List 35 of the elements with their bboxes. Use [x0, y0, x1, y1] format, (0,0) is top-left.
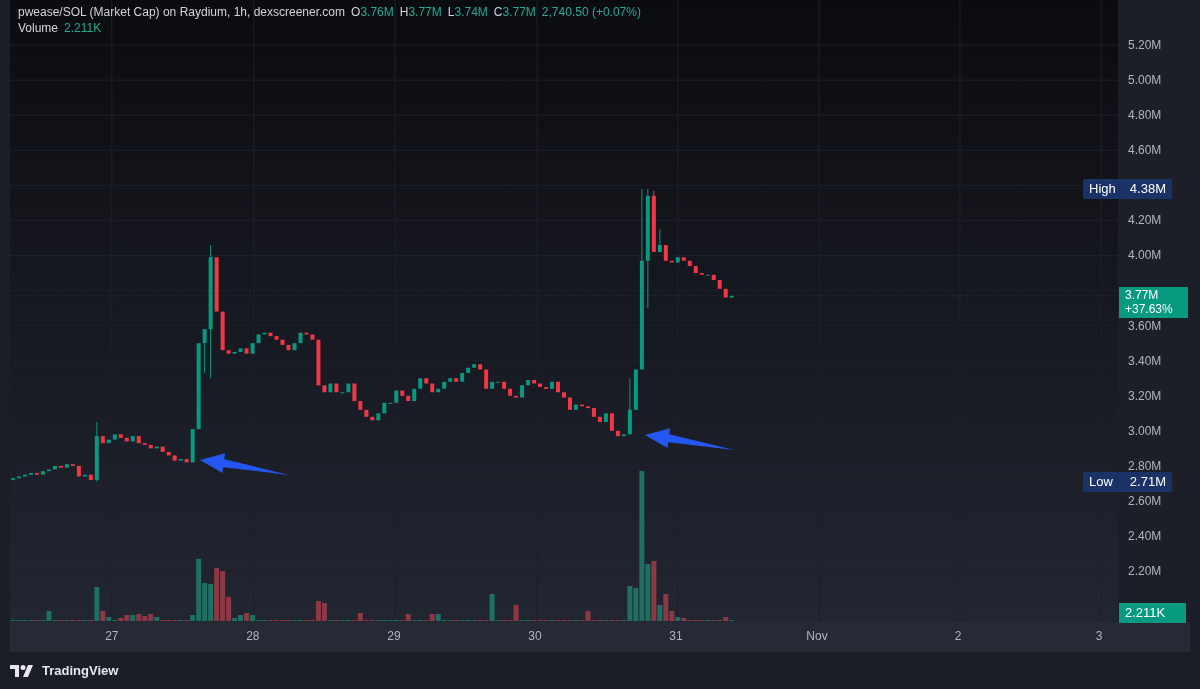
- axis-label: 3.00M: [1128, 424, 1162, 437]
- axis-label: 3.40M: [1128, 354, 1162, 367]
- last-price-label: 3.77M +37.63%: [1119, 286, 1188, 318]
- volume-value: 2.211K: [64, 20, 102, 36]
- axis-label: 27: [105, 629, 119, 643]
- ohlc-value: C3.77M: [493, 4, 536, 20]
- high-price-label: High 4.38M: [1083, 178, 1172, 199]
- axis-label: 2.60M: [1128, 495, 1162, 507]
- axis-label: 28: [246, 629, 260, 643]
- axis-label: Nov: [806, 629, 828, 643]
- volume-label: Volume: [18, 20, 59, 36]
- axis-label: 3: [1095, 629, 1103, 643]
- axis-label: 2.40M: [1128, 530, 1162, 543]
- axis-label: 31: [669, 629, 683, 643]
- axis-label: 5.00M: [1128, 74, 1162, 87]
- axis-label: 30: [528, 629, 542, 643]
- volume-price-label: 2.211K: [1119, 603, 1186, 623]
- axis-label: 4.00M: [1128, 249, 1162, 262]
- brand-name: TradingView: [42, 661, 119, 680]
- ohlc-value: H3.77M: [399, 4, 442, 20]
- axis-label: 4.80M: [1128, 109, 1162, 122]
- low-price-label: Low 2.71M: [1083, 471, 1172, 492]
- axis-label: 2.20M: [1128, 565, 1162, 578]
- axis-label: 29: [387, 629, 401, 643]
- axis-label: 2.80M: [1128, 459, 1162, 472]
- axis-label: 5.20M: [1128, 39, 1162, 52]
- price-change: 2,740.50 (+0.07%): [541, 4, 641, 20]
- ohlc-value: L3.74M: [447, 4, 488, 20]
- axis-label: 4.20M: [1128, 214, 1162, 227]
- axis-label: 3.20M: [1128, 389, 1162, 402]
- ohlc-value: O3.76M: [351, 4, 394, 20]
- axis-label: 4.60M: [1128, 144, 1162, 157]
- axis-label: 3.60M: [1128, 319, 1162, 332]
- chart-title: pwease/SOL (Market Cap) on Raydium, 1h, dexscreener.com: [18, 4, 346, 20]
- axis-label: 2: [954, 629, 962, 643]
